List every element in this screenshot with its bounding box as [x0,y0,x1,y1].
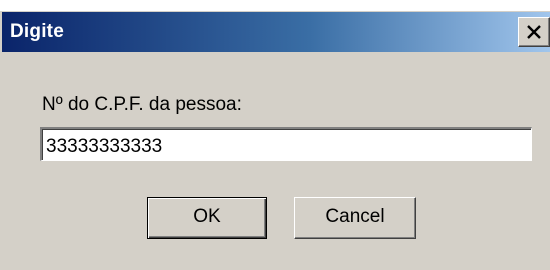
ok-button[interactable]: OK [147,197,267,239]
close-button[interactable] [518,17,550,47]
dialog-title: Digite [10,21,64,42]
prompt-label: Nº do C.P.F. da pessoa: [42,94,242,115]
cpf-input[interactable] [40,127,532,161]
desktop-background: Digite Nº do C.P.F. da pessoa: OK Cancel [0,0,550,270]
cancel-button[interactable]: Cancel [294,197,416,239]
input-dialog: Digite Nº do C.P.F. da pessoa: OK Cancel [0,9,550,270]
title-bar[interactable]: Digite [2,12,550,52]
close-icon [527,25,541,39]
